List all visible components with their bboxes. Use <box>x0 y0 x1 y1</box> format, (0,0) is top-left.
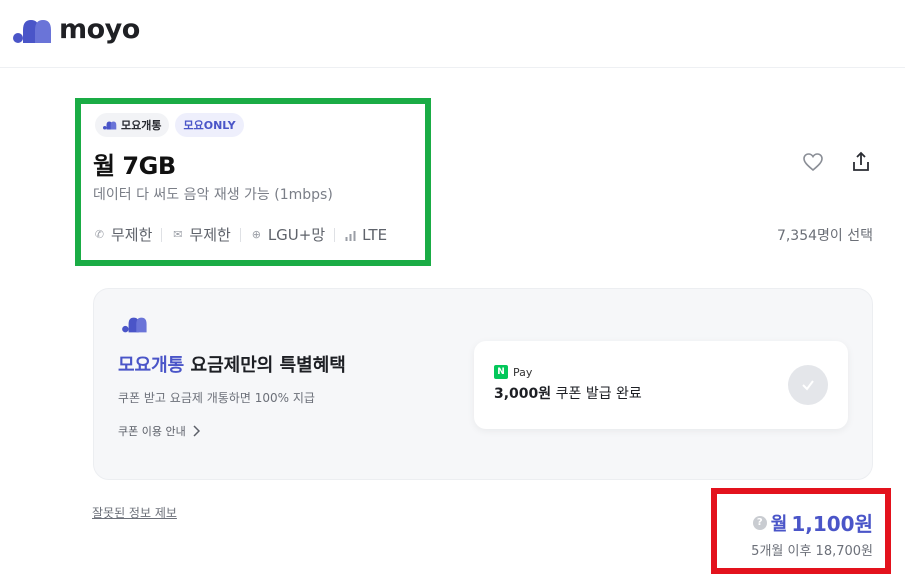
plan-title: 월 7GB <box>93 152 176 180</box>
site-header: moyo <box>0 0 905 68</box>
tag-moyo-only: 모요ONLY <box>175 113 244 137</box>
spec-label: 무제한 <box>111 226 153 244</box>
spec-generation: LTE <box>344 226 387 244</box>
divider <box>334 227 336 242</box>
promo-title: 모요개통 요금제만의 특별혜택 <box>118 351 346 377</box>
tag-label: 모요ONLY <box>183 119 236 132</box>
price-after-promo: 5개월 이후 18,700원 <box>751 544 873 559</box>
coupon-guide-link[interactable]: 쿠폰 이용 안내 <box>118 423 200 439</box>
promo-description: 쿠폰 받고 요금제 개통하면 100% 지급 <box>118 391 315 405</box>
plan-subtitle: 데이터 다 써도 음악 재생 가능 (1mbps) <box>93 187 333 203</box>
coupon-text: 3,000원 쿠폰 발급 완료 <box>494 383 642 403</box>
spec-network: ⊕ LGU+망 <box>250 224 325 245</box>
promo-title-rest: 요금제만의 특별혜택 <box>184 355 346 376</box>
help-icon[interactable]: ? <box>752 515 767 530</box>
plan-summary-highlight: 모요개통 모요ONLY 월 7GB 데이터 다 써도 음악 재생 가능 (1mb… <box>75 98 431 266</box>
coupon-status: 쿠폰 발급 완료 <box>551 386 642 402</box>
price-row: ? 월 1,100원 <box>752 508 873 537</box>
spec-label: 무제한 <box>189 226 231 244</box>
selected-count: 7,354명이 선택 <box>776 228 873 244</box>
promo-title-accent: 모요개통 <box>118 355 185 376</box>
signal-icon <box>345 230 356 241</box>
spec-message: ✉ 무제한 <box>171 224 231 245</box>
message-icon: ✉ <box>173 228 183 241</box>
npay-label: N Pay <box>494 365 532 379</box>
chevron-right-icon <box>193 425 200 437</box>
spec-label: LGU+망 <box>267 226 326 244</box>
price-highlight: ? 월 1,100원 5개월 이후 18,700원 <box>711 488 891 574</box>
check-icon <box>802 380 814 391</box>
plan-specs: ✆ 무제한 ✉ 무제한 ⊕ LGU+망 LTE <box>93 224 387 245</box>
plan-tags: 모요개통 모요ONLY <box>95 113 244 137</box>
tag-moyo-gaetong: 모요개통 <box>95 113 170 137</box>
report-wrong-info-link[interactable]: 잘못된 정보 제보 <box>92 504 177 521</box>
moyo-logo-icon <box>13 19 51 43</box>
spec-label: LTE <box>362 225 388 244</box>
divider <box>239 227 241 242</box>
moyo-logo[interactable]: moyo <box>13 14 140 45</box>
tag-label: 모요개통 <box>121 119 162 132</box>
moyo-mini-icon <box>103 121 117 130</box>
divider <box>161 227 163 242</box>
naver-n-icon: N <box>494 365 508 379</box>
share-icon[interactable] <box>849 150 873 174</box>
globe-icon: ⊕ <box>251 228 261 241</box>
heart-icon[interactable] <box>801 150 825 174</box>
logo-text: moyo <box>59 14 140 45</box>
phone-icon: ✆ <box>94 228 105 241</box>
coupon-card[interactable]: N Pay 3,000원 쿠폰 발급 완료 <box>474 341 848 429</box>
pay-text: Pay <box>513 365 533 379</box>
coupon-guide-label: 쿠폰 이용 안내 <box>118 425 186 438</box>
promo-card: 모요개통 요금제만의 특별혜택 쿠폰 받고 요금제 개통하면 100% 지급 쿠… <box>93 288 873 480</box>
spec-voice: ✆ 무제한 <box>93 224 153 245</box>
coupon-amount: 3,000원 <box>494 386 552 402</box>
price-prefix: 월 <box>770 513 788 535</box>
check-button[interactable] <box>788 365 828 405</box>
monthly-price: 1,100원 <box>791 512 873 536</box>
moyo-logo-icon <box>122 317 147 333</box>
